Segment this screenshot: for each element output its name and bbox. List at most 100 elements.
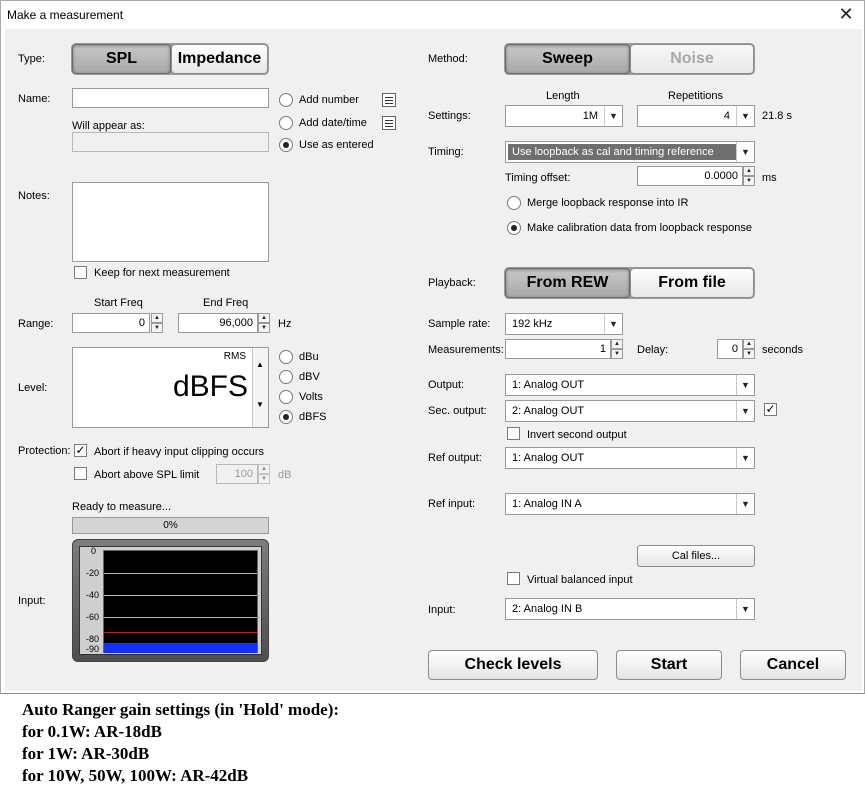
type-impedance-button[interactable]: Impedance <box>171 44 268 74</box>
hz-unit-label: Hz <box>278 318 292 330</box>
length-header: Length <box>546 90 580 102</box>
rms-label: RMS <box>223 351 246 362</box>
level-scrollbar[interactable]: ▲ ▼ <box>252 348 268 427</box>
start-freq-input[interactable]: 0 <box>72 313 150 333</box>
annotation-line: for 0.1W: AR-18dB <box>22 722 162 741</box>
level-dbfs-radio[interactable] <box>279 410 293 424</box>
repetitions-select[interactable]: 4 ▼ <box>637 105 755 127</box>
level-dbv-radio[interactable] <box>279 370 293 384</box>
chevron-down-icon: ▼ <box>736 494 754 514</box>
use-as-entered-label: Use as entered <box>299 139 374 151</box>
name-input[interactable] <box>72 88 269 108</box>
level-bar <box>104 643 257 653</box>
input-meter-label: Input: <box>18 595 46 607</box>
abort-spl-checkbox[interactable] <box>74 467 87 480</box>
abort-clipping-checkbox[interactable]: ✓ <box>74 444 87 457</box>
title-bar: Make a measurement ✕ <box>1 1 864 29</box>
merge-loopback-radio[interactable] <box>507 196 521 210</box>
will-appear-label: Will appear as: <box>72 120 145 132</box>
timing-offset-spinner[interactable]: ▲ ▼ <box>743 166 755 186</box>
range-label: Range: <box>18 318 54 330</box>
ms-unit-label: ms <box>762 172 777 184</box>
keep-notes-checkbox[interactable] <box>74 266 87 279</box>
virtual-balanced-checkbox[interactable] <box>507 572 520 585</box>
use-as-entered-radio[interactable] <box>279 138 293 152</box>
measurements-spinner[interactable]: ▲ ▼ <box>611 339 623 359</box>
method-sweep-button[interactable]: Sweep <box>505 44 630 74</box>
check-levels-button[interactable]: Check levels <box>428 650 598 680</box>
timing-select[interactable]: Use loopback as cal and timing reference… <box>505 141 755 163</box>
sec-output-label: Sec. output: <box>428 405 487 417</box>
chevron-down-icon: ▼ <box>604 106 622 126</box>
chevron-down-icon: ▼ <box>736 142 754 162</box>
sec-output-select[interactable]: 2: Analog OUT ▼ <box>505 400 755 422</box>
end-freq-spinner[interactable]: ▲ ▼ <box>258 313 270 333</box>
level-dbu-radio[interactable] <box>279 350 293 364</box>
playback-label: Playback: <box>428 277 476 289</box>
meter-tick: -90 <box>86 644 100 654</box>
chevron-down-icon: ▼ <box>736 106 754 126</box>
add-number-label: Add number <box>299 94 359 106</box>
add-date-radio[interactable] <box>279 116 293 130</box>
output-select[interactable]: 1: Analog OUT ▼ <box>505 374 755 396</box>
annotation-line: for 10W, 50W, 100W: AR-42dB <box>22 766 249 785</box>
progress-text: 0% <box>163 520 178 531</box>
add-number-radio[interactable] <box>279 93 293 107</box>
delay-input[interactable]: 0 <box>717 339 743 359</box>
spl-limit-input: 100 <box>216 464 258 484</box>
ref-output-select[interactable]: 1: Analog OUT ▼ <box>505 447 755 469</box>
ref-input-select[interactable]: 1: Analog IN A ▼ <box>505 493 755 515</box>
start-button[interactable]: Start <box>616 650 722 680</box>
measurements-input[interactable]: 1 <box>505 339 611 359</box>
level-volts-radio[interactable] <box>279 390 293 404</box>
length-select[interactable]: 1M ▼ <box>505 105 623 127</box>
chevron-down-icon: ▼ <box>736 401 754 421</box>
notes-label: Notes: <box>18 190 50 202</box>
abort-clipping-label: Abort if heavy input clipping occurs <box>94 446 264 458</box>
level-dbv-label: dBV <box>299 371 320 383</box>
timing-label: Timing: <box>428 146 464 158</box>
close-icon[interactable]: ✕ <box>834 4 858 26</box>
chevron-down-icon[interactable]: ▼ <box>256 400 264 409</box>
make-cal-radio[interactable] <box>507 221 521 235</box>
output-label: Output: <box>428 379 465 391</box>
level-label: Level: <box>18 382 48 394</box>
progress-bar: 0% <box>72 517 269 534</box>
ref-output-label: Ref output: <box>428 452 482 464</box>
chevron-down-icon: ▼ <box>736 375 754 395</box>
sweep-duration: 21.8 s <box>762 110 792 122</box>
meter-tick: 0 <box>91 546 97 556</box>
annotation-heading: Auto Ranger gain settings (in 'Hold' mod… <box>22 700 340 719</box>
delay-label: Delay: <box>637 344 669 356</box>
status-text: Ready to measure... <box>72 501 172 513</box>
delay-spinner[interactable]: ▲ ▼ <box>743 339 755 359</box>
chevron-up-icon[interactable]: ▲ <box>256 360 264 369</box>
repetitions-header: Repetitions <box>668 90 724 102</box>
notes-textarea[interactable] <box>72 182 269 262</box>
add-date-label: Add date/time <box>299 117 367 129</box>
end-freq-input[interactable]: 96,000 <box>178 313 258 333</box>
input-select[interactable]: 2: Analog IN B ▼ <box>505 598 755 620</box>
spl-unit-label: dB <box>278 469 292 481</box>
type-spl-button[interactable]: SPL <box>72 44 171 74</box>
sec-output-checkbox[interactable]: ✓ <box>764 403 777 416</box>
will-appear-field <box>72 132 269 152</box>
list-icon[interactable] <box>382 93 396 107</box>
start-freq-spinner[interactable]: ▲ ▼ <box>151 313 163 333</box>
invert-second-checkbox[interactable] <box>507 427 520 440</box>
abort-spl-label: Abort above SPL limit <box>94 469 200 481</box>
name-label: Name: <box>18 93 51 105</box>
method-noise-button[interactable]: Noise <box>630 44 754 74</box>
list-icon[interactable] <box>382 116 396 130</box>
meter-plot <box>103 550 258 653</box>
playback-from-rew-button[interactable]: From REW <box>505 268 630 298</box>
timing-offset-input[interactable]: 0.0000 <box>637 166 743 186</box>
protection-label: Protection: <box>18 445 71 457</box>
merge-loopback-label: Merge loopback response into IR <box>527 197 689 209</box>
cal-files-button[interactable]: Cal files... <box>637 545 755 567</box>
make-cal-label: Make calibration data from loopback resp… <box>527 222 753 234</box>
sample-rate-select[interactable]: 192 kHz ▼ <box>505 313 623 335</box>
cancel-button[interactable]: Cancel <box>740 650 846 680</box>
input-label: Input: <box>428 604 456 616</box>
playback-from-file-button[interactable]: From file <box>630 268 754 298</box>
